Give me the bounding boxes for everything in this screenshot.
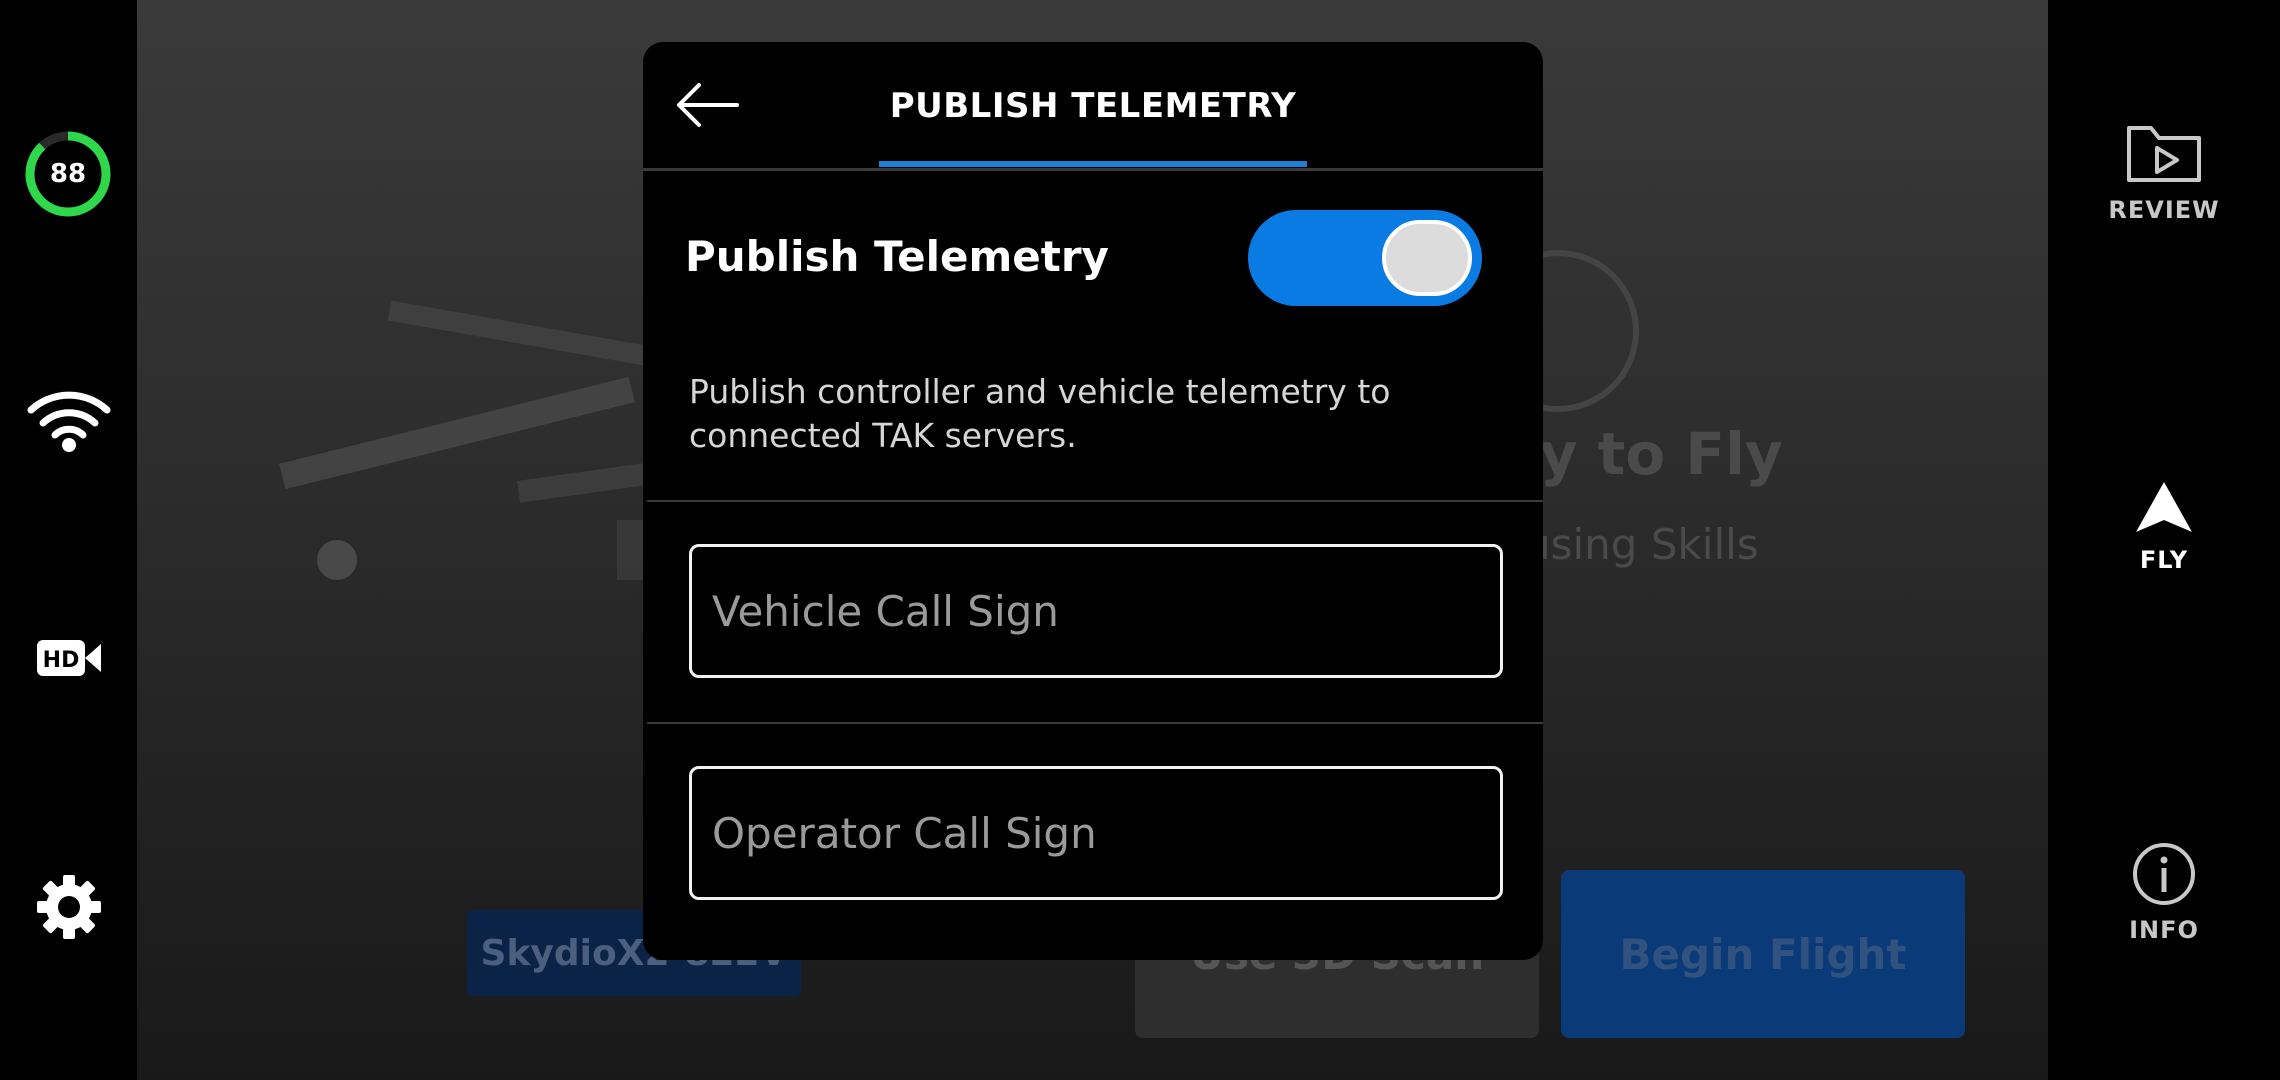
battery-indicator[interactable]: 88 xyxy=(24,130,112,218)
hd-video-icon: HD xyxy=(36,640,101,676)
publish-telemetry-label: Publish Telemetry xyxy=(685,232,1109,281)
settings-gear-icon xyxy=(36,875,101,939)
info-label: INFO xyxy=(2129,916,2199,944)
wifi-status[interactable] xyxy=(0,390,137,452)
svg-text:HD: HD xyxy=(42,648,79,673)
publish-telemetry-dialog: PUBLISH TELEMETRY Publish Telemetry Publ… xyxy=(643,42,1543,960)
battery-percent: 88 xyxy=(49,159,87,189)
info-icon xyxy=(2133,843,2195,905)
wifi-icon xyxy=(27,391,110,452)
vehicle-call-sign-input[interactable] xyxy=(689,544,1503,678)
publish-telemetry-toggle[interactable] xyxy=(1248,210,1482,306)
review-folder-play-icon xyxy=(2127,126,2201,182)
review-label: REVIEW xyxy=(2108,196,2220,224)
divider xyxy=(647,500,1543,502)
active-tab-indicator xyxy=(879,161,1307,167)
toggle-knob xyxy=(1382,220,1472,296)
begin-flight-button[interactable]: Begin Flight xyxy=(1561,870,1965,1038)
operator-call-sign-input[interactable] xyxy=(689,766,1503,900)
dialog-header: PUBLISH TELEMETRY xyxy=(643,42,1543,171)
fly-arrow-icon xyxy=(2136,482,2192,532)
info-nav-item[interactable]: INFO xyxy=(2048,842,2280,944)
fly-nav-item[interactable]: FLY xyxy=(2048,480,2280,574)
left-status-rail: 88 HD xyxy=(0,0,137,1080)
video-quality-button[interactable]: HD xyxy=(0,636,137,680)
publish-telemetry-description: Publish controller and vehicle telemetry… xyxy=(689,372,1391,455)
right-nav-rail: REVIEW FLY INFO xyxy=(2048,0,2280,1080)
divider xyxy=(647,722,1543,724)
review-nav-item[interactable]: REVIEW xyxy=(2048,120,2280,224)
fly-label: FLY xyxy=(2139,546,2189,574)
settings-button[interactable] xyxy=(0,874,137,940)
dialog-title: PUBLISH TELEMETRY xyxy=(889,86,1297,126)
